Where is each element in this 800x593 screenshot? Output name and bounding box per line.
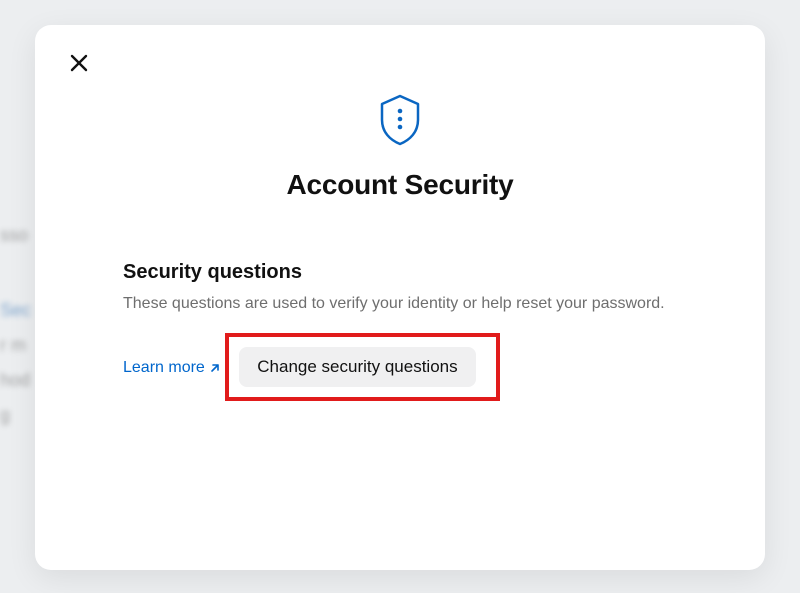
section-description: These questions are used to verify your … (123, 292, 697, 315)
account-security-modal: Account Security Security questions Thes… (35, 25, 765, 570)
bg-text-fragment: r m (0, 335, 26, 356)
close-button[interactable] (63, 47, 95, 79)
change-security-questions-button[interactable]: Change security questions (239, 347, 475, 387)
modal-title: Account Security (63, 169, 737, 201)
external-link-icon (209, 362, 221, 374)
security-questions-section: Security questions These questions are u… (63, 261, 737, 401)
bg-text-fragment: sso (0, 225, 28, 246)
bg-text-fragment: Sec (0, 300, 31, 321)
annotation-highlight-box: Change security questions (225, 333, 499, 401)
bg-text-fragment: hod (0, 370, 30, 391)
section-title: Security questions (123, 261, 697, 284)
bg-text-fragment: g (0, 405, 10, 426)
close-icon (70, 54, 88, 72)
learn-more-label: Learn more (123, 359, 205, 377)
shield-icon (378, 94, 422, 151)
modal-header: Account Security (63, 94, 737, 201)
learn-more-link[interactable]: Learn more (123, 359, 221, 377)
